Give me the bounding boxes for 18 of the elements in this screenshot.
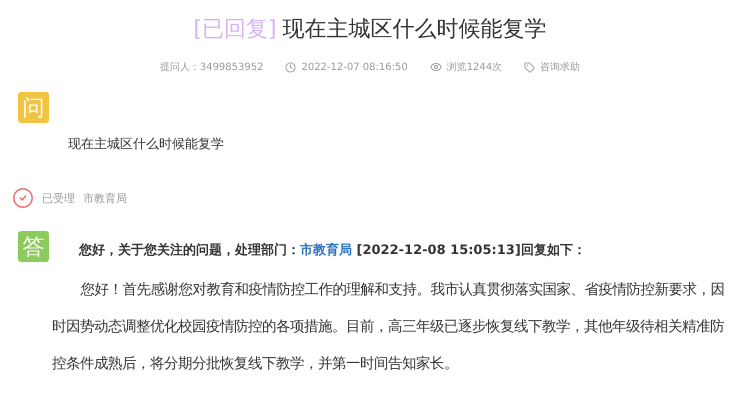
question-text: 现在主城区什么时候能复学 [68, 136, 225, 153]
answer-badge: 答 [18, 231, 49, 262]
question-badge: 问 [18, 92, 49, 123]
tag-icon [524, 62, 536, 72]
page-title: 现在主城区什么时候能复学 [282, 17, 547, 42]
handling-department: 市教育局 [83, 190, 127, 206]
check-icon [12, 187, 34, 209]
meta-text: 提问人：3499853952 [160, 61, 264, 74]
clock-icon [285, 62, 296, 72]
answer-text: 您好！首先感谢您对教育和疫情防控工作的理解和支持。我市认真贯彻落实国家、省疫情防控新要求，因时因势动态调整优化校园疫情防控的各项措施。目前，高三年级已逐步恢复线下教学，其他年级待相关精准防控条件成熟后，将分期分批恢复线下教学，并第一时间告知家长。 [52, 280, 726, 374]
meta-text: 浏览1244次 [446, 60, 502, 74]
meta-text: 2022-12-07 08:16:50 [301, 62, 408, 72]
department-link[interactable]: 市教育局 [300, 243, 352, 258]
handling-status: 已受理 [42, 190, 75, 206]
answer-header: 您好，关于您关注的问题，处理部门：市教育局 [2022-12-08 15:05:13]回复如下： [79, 242, 586, 259]
meta-text: 咨询求助 [540, 60, 580, 74]
eye-icon [430, 61, 442, 73]
reply-status: [已回复] [193, 17, 277, 42]
